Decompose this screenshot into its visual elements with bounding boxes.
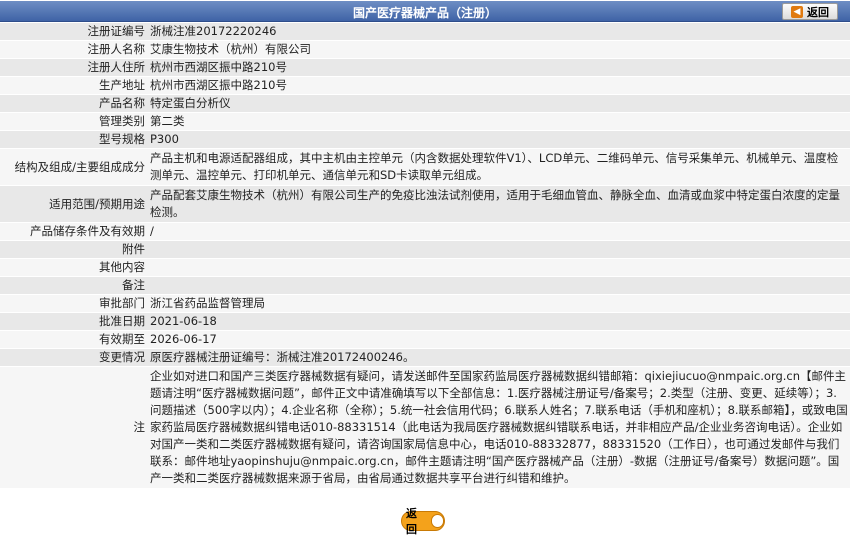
table-row: 生产地址 杭州市西湖区振中路210号 — [0, 76, 850, 95]
row-value: 浙江省药品监督管理局 — [148, 294, 850, 313]
row-label: 适用范围/预期用途 — [0, 185, 148, 223]
row-label: 注册人名称 — [0, 40, 148, 59]
row-value: 杭州市西湖区振中路210号 — [148, 76, 850, 95]
table-row: 注册人住所 杭州市西湖区振中路210号 — [0, 58, 850, 77]
table-row: 注册人名称 艾康生物技术（杭州）有限公司 — [0, 40, 850, 59]
table-row: 管理类别 第二类 — [0, 112, 850, 131]
row-value — [148, 258, 850, 277]
table-row: 产品名称 特定蛋白分析仪 — [0, 94, 850, 113]
back-button-bottom[interactable]: 返回 — [401, 507, 445, 536]
table-row: 结构及组成/主要组成成分 产品主机和电源适配器组成，其中主机由主控单元（内含数据处… — [0, 148, 850, 186]
row-label: 管理类别 — [0, 112, 148, 131]
row-value: 原医疗器械注册证编号：浙械注准20172400246。 — [148, 348, 850, 367]
row-value: 第二类 — [148, 112, 850, 131]
row-label: 生产地址 — [0, 76, 148, 95]
row-label: 产品储存条件及有效期 — [0, 222, 148, 241]
back-button-label: 返回 — [807, 5, 829, 19]
table-row: 批准日期 2021-06-18 — [0, 312, 850, 331]
row-label: 批准日期 — [0, 312, 148, 331]
table-row: 适用范围/预期用途 产品配套艾康生物技术（杭州）有限公司生产的免疫比浊法试剂使用，… — [0, 185, 850, 223]
row-value: P300 — [148, 130, 850, 149]
row-label: 注 — [0, 366, 148, 489]
row-value: 企业如对进口和国产三类医疗器械数据有疑问，请发送邮件至国家药监局医疗器械数据纠错… — [148, 366, 850, 489]
row-label: 有效期至 — [0, 330, 148, 349]
back-pill: 返回 — [401, 507, 445, 536]
row-label: 产品名称 — [0, 94, 148, 113]
row-value — [148, 240, 850, 259]
back-arrow-icon: ◀ — [791, 5, 803, 18]
row-label: 备注 — [0, 276, 148, 295]
row-value: / — [148, 222, 850, 241]
row-value: 艾康生物技术（杭州）有限公司 — [148, 40, 850, 59]
row-value — [148, 276, 850, 295]
row-label: 其他内容 — [0, 258, 148, 277]
page: 国产医疗器械产品（注册） ◀ 返回 注册证编号 浙械注准20172220246 注册… — [0, 0, 850, 536]
row-value: 产品配套艾康生物技术（杭州）有限公司生产的免疫比浊法试剂使用，适用于毛细血管血、… — [148, 185, 850, 223]
row-value: 杭州市西湖区振中路210号 — [148, 58, 850, 77]
row-label: 审批部门 — [0, 294, 148, 313]
table-row: 备注 — [0, 276, 850, 295]
table-row: 附件 — [0, 240, 850, 259]
table-row: 其他内容 — [0, 258, 850, 277]
table-row: 注册证编号 浙械注准20172220246 — [0, 23, 850, 41]
table-row: 变更情况 原医疗器械注册证编号：浙械注准20172400246。 — [0, 348, 850, 367]
table-row: 审批部门 浙江省药品监督管理局 — [0, 294, 850, 313]
table-row: 注企业如对进口和国产三类医疗器械数据有疑问，请发送邮件至国家药监局医疗器械数据纠… — [0, 366, 850, 489]
back-button[interactable]: ◀ 返回 — [782, 3, 838, 20]
table-row: 型号规格 P300 — [0, 130, 850, 149]
detail-table: 注册证编号 浙械注准20172220246 注册人名称 艾康生物技术（杭州）有限公司注… — [0, 23, 850, 489]
row-label: 注册证编号 — [0, 23, 148, 41]
back-circle-icon — [430, 514, 444, 528]
row-value: 2021-06-18 — [148, 312, 850, 331]
row-label: 变更情况 — [0, 348, 148, 367]
table-row: 产品储存条件及有效期 / — [0, 222, 850, 241]
row-value: 2026-06-17 — [148, 330, 850, 349]
row-value: 特定蛋白分析仪 — [148, 94, 850, 113]
table-row: 有效期至 2026-06-17 — [0, 330, 850, 349]
row-label: 附件 — [0, 240, 148, 259]
row-label: 结构及组成/主要组成成分 — [0, 148, 148, 186]
row-label: 型号规格 — [0, 130, 148, 149]
row-value: 产品主机和电源适配器组成，其中主机由主控单元（内含数据处理软件V1）、LCD单元… — [148, 148, 850, 186]
page-title: 国产医疗器械产品（注册） — [352, 6, 497, 20]
back-button-bottom-label: 返回 — [406, 507, 417, 536]
row-label: 注册人住所 — [0, 58, 148, 77]
row-value: 浙械注准20172220246 — [148, 23, 850, 41]
title-bar: 国产医疗器械产品（注册） ◀ 返回 — [0, 1, 850, 22]
